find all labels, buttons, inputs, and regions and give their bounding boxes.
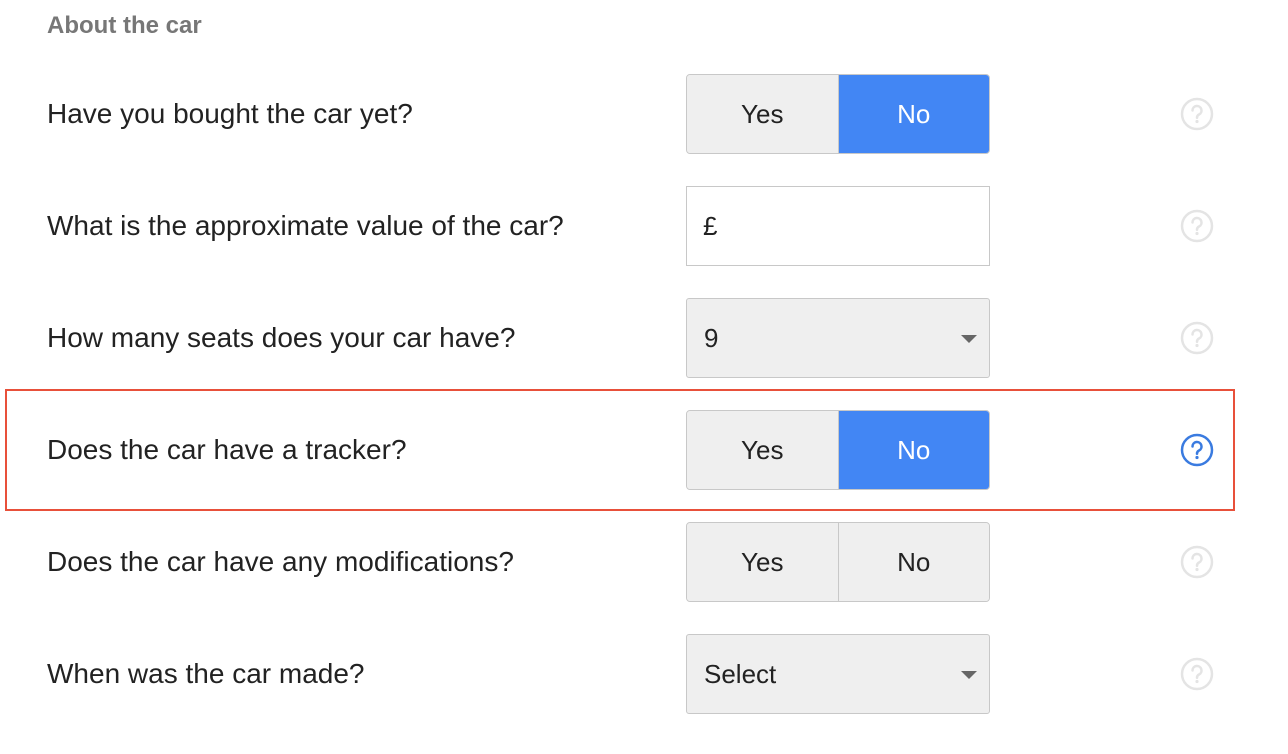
- car-value-field[interactable]: £: [686, 186, 1063, 266]
- question-label: How many seats does your car have?: [47, 322, 516, 353]
- yes-option[interactable]: Yes: [687, 75, 838, 153]
- question-row-year: When was the car made? Select: [0, 634, 1288, 714]
- tracker-toggle[interactable]: Yes No: [686, 410, 990, 490]
- yes-option[interactable]: Yes: [687, 523, 838, 601]
- question-label: Does the car have any modifications?: [47, 546, 514, 577]
- yes-option[interactable]: Yes: [687, 411, 838, 489]
- no-option[interactable]: No: [837, 75, 989, 153]
- chevron-down-icon: [961, 671, 977, 679]
- question-circle-icon[interactable]: [1180, 545, 1214, 579]
- question-circle-icon[interactable]: [1180, 433, 1214, 467]
- no-option[interactable]: No: [837, 523, 989, 601]
- select-value: Select: [704, 658, 777, 689]
- currency-prefix: £: [703, 210, 718, 241]
- question-row-tracker: Does the car have a tracker? Yes No: [0, 410, 1288, 490]
- question-circle-icon[interactable]: [1180, 657, 1214, 691]
- question-row-modifications: Does the car have any modifications? Yes…: [0, 522, 1288, 602]
- question-label: What is the approximate value of the car…: [47, 210, 564, 241]
- question-row-bought: Have you bought the car yet? Yes No: [0, 74, 1288, 154]
- question-circle-icon[interactable]: [1180, 209, 1214, 243]
- question-label: Have you bought the car yet?: [47, 98, 413, 129]
- question-label: When was the car made?: [47, 658, 365, 689]
- question-row-value: What is the approximate value of the car…: [0, 186, 1288, 266]
- section-title: About the car: [47, 12, 202, 39]
- question-circle-icon[interactable]: [1180, 97, 1214, 131]
- seats-select[interactable]: 9: [686, 298, 990, 378]
- bought-toggle[interactable]: Yes No: [686, 74, 990, 154]
- question-row-seats: How many seats does your car have? 9: [0, 298, 1288, 378]
- chevron-down-icon: [961, 335, 977, 343]
- question-circle-icon[interactable]: [1180, 321, 1214, 355]
- select-value: 9: [704, 322, 719, 353]
- no-option[interactable]: No: [837, 411, 989, 489]
- modifications-toggle[interactable]: Yes No: [686, 522, 990, 602]
- year-select[interactable]: Select: [686, 634, 990, 714]
- car-value-input[interactable]: [723, 195, 1063, 257]
- about-the-car-form: About the car Have you bought the car ye…: [0, 0, 1288, 754]
- question-label: Does the car have a tracker?: [47, 434, 407, 465]
